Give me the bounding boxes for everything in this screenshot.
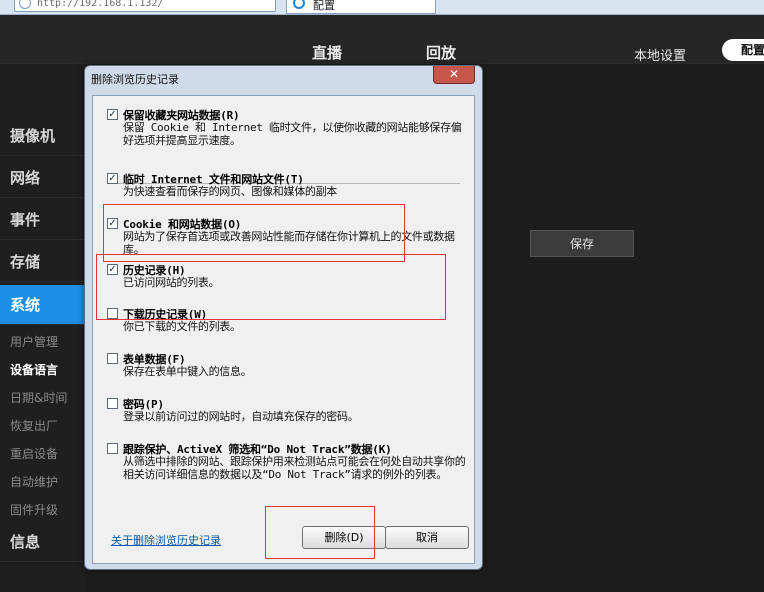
tab-title: 配置 <box>313 0 335 12</box>
sidebar-sub-firmware-upgrade[interactable]: 固件升级 <box>10 501 58 518</box>
sidebar-item-storage[interactable]: 存储 <box>0 242 86 282</box>
sidebar-item-network[interactable]: 网络 <box>0 158 86 198</box>
option-description: 保存在表单中键入的信息。 <box>123 365 252 378</box>
sidebar-sub-auto-maintenance[interactable]: 自动维护 <box>10 473 58 490</box>
sidebar-item-info[interactable]: 信息 <box>0 522 86 562</box>
ie-icon <box>293 0 305 9</box>
browser-logo-icon <box>19 0 31 9</box>
option-description: 保留 Cookie 和 Internet 临时文件，以使你收藏的网站能够保存偏好… <box>123 121 462 147</box>
option-description: 从筛选中排除的网站、跟踪保护用来检测站点可能会在何处自动共享你的相关访问详细信息… <box>123 455 466 481</box>
app-header: 直播 回放 本地设置 配置 <box>0 15 764 64</box>
sidebar-sub-date-time[interactable]: 日期&时间 <box>10 389 67 406</box>
checkbox-form-data[interactable] <box>107 353 118 364</box>
nav-playback[interactable]: 回放 <box>426 42 456 63</box>
cancel-button[interactable]: 取消 <box>385 526 469 549</box>
option-description: 登录以前访问过的网站时，自动填充保存的密码。 <box>123 410 359 423</box>
sidebar-sub-user-management[interactable]: 用户管理 <box>10 333 58 350</box>
browser-chrome: http://192.168.1.132/ 配置 <box>0 0 764 15</box>
address-text: http://192.168.1.132/ <box>37 0 164 9</box>
browser-tab[interactable]: 配置 <box>286 0 436 14</box>
option-description: 为快速查看而保存的网页、图像和媒体的副本 <box>123 185 337 198</box>
save-button[interactable]: 保存 <box>530 230 634 257</box>
annotation-highlight-delete <box>265 506 375 559</box>
config-pill[interactable]: 配置 <box>722 39 764 61</box>
checkbox-temp-files[interactable]: ✓ <box>107 173 118 184</box>
sidebar: 摄像机 网络 事件 存储 系统 用户管理 设备语言 日期&时间 恢复出厂 重启设… <box>0 64 86 592</box>
sidebar-sub-reboot[interactable]: 重启设备 <box>10 445 58 462</box>
sidebar-item-system[interactable]: 系统 <box>0 285 86 325</box>
option-description: 你已下载的文件的列表。 <box>123 320 241 333</box>
annotation-highlight-history <box>96 254 446 320</box>
about-delete-history-link[interactable]: 关于删除浏览历史记录 <box>111 532 221 548</box>
checkbox-preserve-favorites[interactable]: ✓ <box>107 109 118 120</box>
close-button[interactable]: ✕ <box>433 66 475 84</box>
nav-local-settings[interactable]: 本地设置 <box>634 45 686 64</box>
sidebar-sub-device-language[interactable]: 设备语言 <box>10 361 58 378</box>
sidebar-item-event[interactable]: 事件 <box>0 200 86 240</box>
close-icon: ✕ <box>448 67 460 81</box>
dialog-title: 删除浏览历史记录 <box>91 73 179 86</box>
address-bar[interactable]: http://192.168.1.132/ <box>14 0 276 12</box>
checkbox-tracking-protection[interactable] <box>107 443 118 454</box>
dialog-body: ✓ 保留收藏夹网站数据(R) 保留 Cookie 和 Internet 临时文件… <box>92 95 475 564</box>
sidebar-sub-factory-reset[interactable]: 恢复出厂 <box>10 417 58 434</box>
sidebar-item-camera[interactable]: 摄像机 <box>0 116 86 156</box>
nav-live[interactable]: 直播 <box>312 42 342 63</box>
checkbox-passwords[interactable] <box>107 398 118 409</box>
